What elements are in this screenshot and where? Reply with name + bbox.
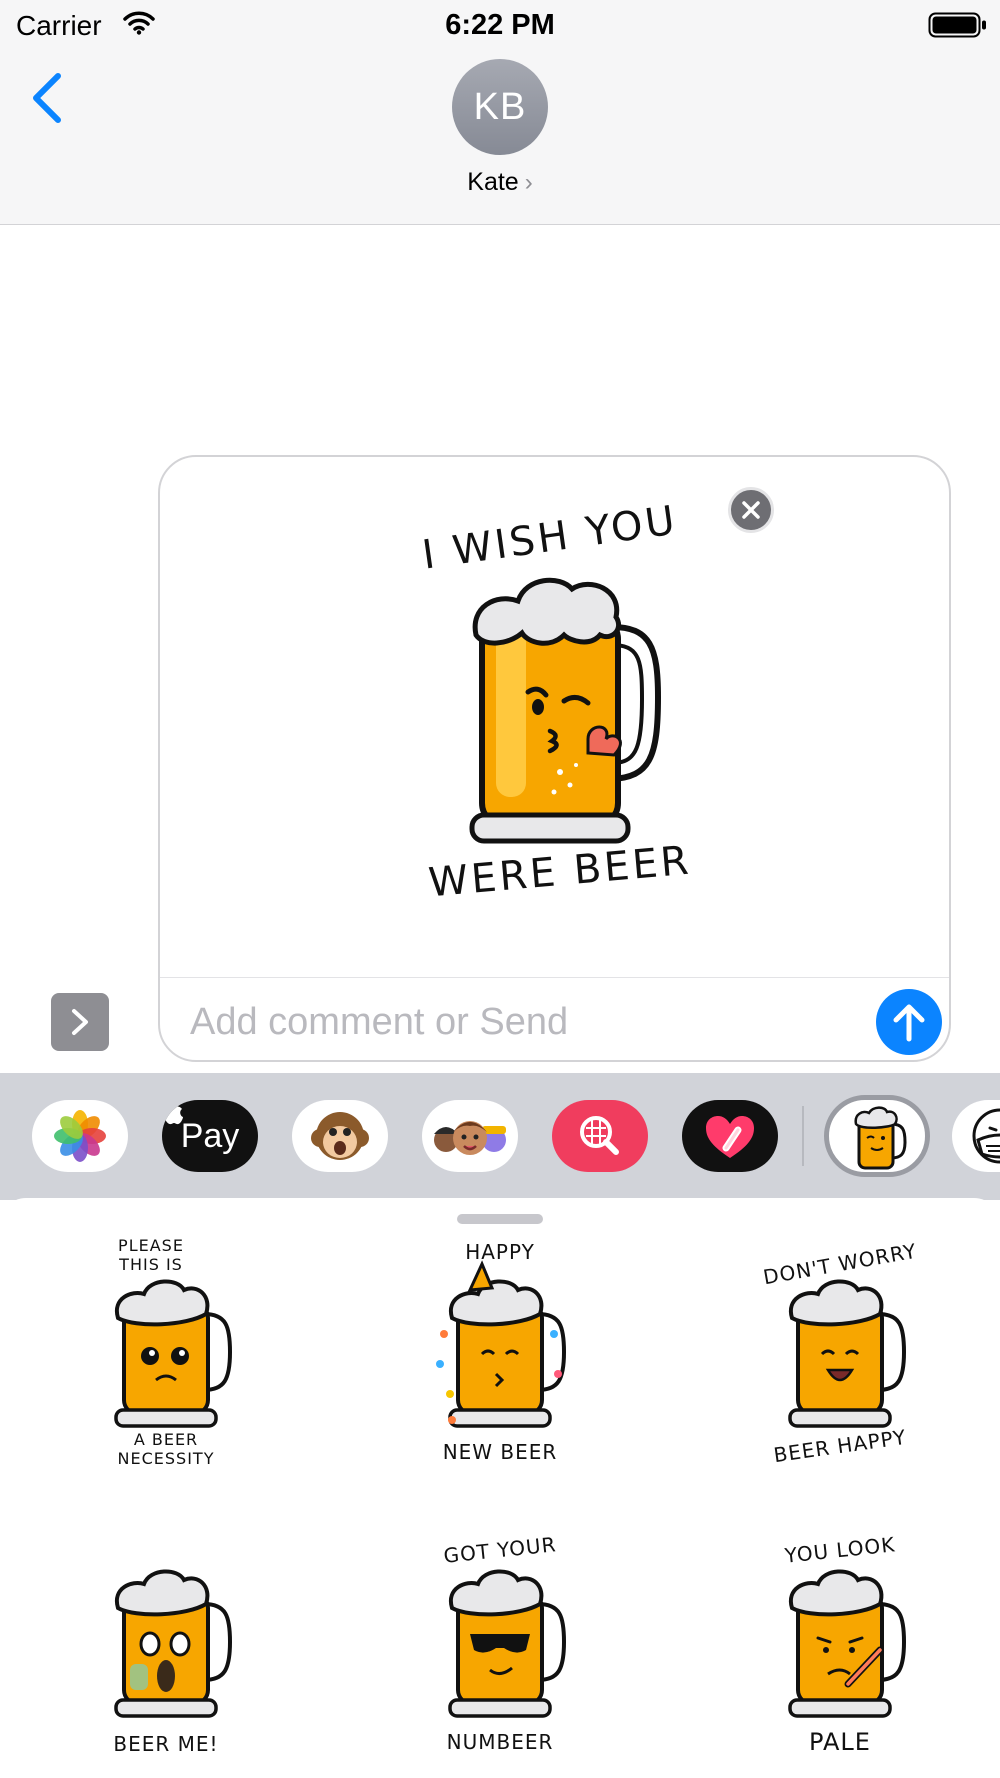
photos-app-button[interactable]	[32, 1100, 128, 1172]
apple-pay-label: Pay	[180, 1117, 240, 1155]
card-divider	[160, 977, 949, 978]
sticker-caption-top-line-2: THIS IS	[119, 1255, 183, 1274]
sticker-caption-top-line-1: PLEASE	[118, 1236, 184, 1255]
conversation-header: Carrier 6:22 PM KB Kate ›	[0, 0, 1000, 225]
sticker-caption-bottom: A BEER NECESSITY	[56, 1430, 276, 1468]
back-button[interactable]	[28, 68, 68, 128]
app-drawer-strip: Pay	[0, 1073, 1000, 1200]
sticker-caption-top: HAPPY	[465, 1240, 535, 1264]
contact-avatar[interactable]: KB	[452, 59, 548, 155]
status-time: 6:22 PM	[445, 9, 555, 41]
contact-name: Kate	[467, 168, 519, 196]
sticker-beer-me[interactable]: BEER ME!	[56, 1524, 276, 1764]
comment-input[interactable]	[190, 992, 810, 1052]
sticker-drawer: PLEASE THIS IS A BEER NECESSITY HAPPY NEW	[0, 1198, 1000, 1778]
sticker-caption-bottom: PALE	[809, 1728, 871, 1756]
chevron-right-icon: ›	[524, 169, 533, 196]
send-button[interactable]	[876, 989, 942, 1055]
apple-pay-icon: Pay	[162, 1100, 258, 1172]
mask-sticker-app-button[interactable]	[952, 1100, 1000, 1172]
sticker-happy-new-beer[interactable]: HAPPY NEW BEER	[390, 1234, 610, 1474]
sticker-beer-happy[interactable]: DON'T WORRY BEER HAPPY	[730, 1234, 950, 1474]
sticker-caption-bottom: BEER ME!	[113, 1732, 219, 1756]
sticker-caption-bottom: NEW BEER	[442, 1440, 558, 1464]
remove-sticker-button[interactable]	[728, 487, 774, 533]
sticker-caption-bottom-line-2: NECESSITY	[117, 1449, 215, 1468]
expand-apps-button[interactable]	[51, 993, 109, 1051]
animoji-app-button[interactable]	[292, 1100, 388, 1172]
sticker-you-look-pale[interactable]: YOU LOOK PALE	[730, 1524, 950, 1764]
apple-pay-app-button[interactable]: Pay	[162, 1100, 258, 1172]
image-search-app-button[interactable]	[552, 1100, 648, 1172]
memoji-app-button[interactable]	[422, 1100, 518, 1172]
status-bar: Carrier 6:22 PM	[0, 0, 1000, 50]
contact-name-button[interactable]: Kate ›	[0, 168, 1000, 197]
sticker-got-your-numbeer[interactable]: GOT YOUR NUMBEER	[390, 1524, 610, 1764]
compose-card: I WISH YOU WERE BEER	[158, 455, 951, 1062]
digital-touch-app-button[interactable]	[682, 1100, 778, 1172]
drawer-grabber[interactable]	[457, 1214, 543, 1224]
sticker-beer-necessity[interactable]: PLEASE THIS IS A BEER NECESSITY	[56, 1234, 276, 1474]
messages-screen: Carrier 6:22 PM KB Kate › I WISH YOU WER…	[0, 0, 1000, 1778]
sticker-caption-bottom-line-1: A BEER	[133, 1430, 199, 1449]
sticker-caption-top: PLEASE THIS IS	[56, 1236, 276, 1274]
battery-icon	[928, 12, 988, 43]
sticker-caption-bottom: NUMBEER	[446, 1730, 554, 1754]
strip-divider	[802, 1106, 804, 1166]
beer-stickers-app-button[interactable]	[824, 1095, 930, 1177]
